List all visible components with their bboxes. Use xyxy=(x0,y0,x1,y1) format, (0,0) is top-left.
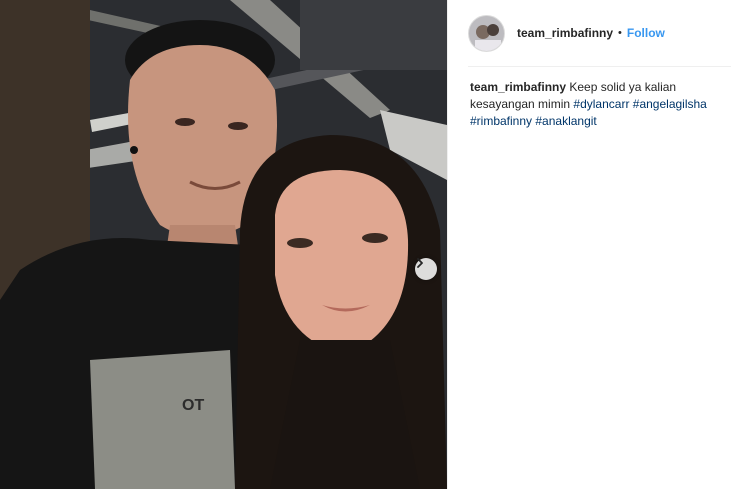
follow-button[interactable]: Follow xyxy=(627,26,665,40)
avatar[interactable] xyxy=(468,14,505,52)
chevron-right-icon xyxy=(417,258,423,268)
hashtag-link[interactable]: #anaklangit xyxy=(535,114,596,128)
avatar-image xyxy=(469,15,504,51)
selfie-image: OT xyxy=(0,0,447,489)
header-divider xyxy=(468,66,731,67)
post-photo[interactable]: OT xyxy=(0,0,447,489)
shirt-print: OT xyxy=(182,397,204,414)
post-caption: team_rimbafinny Keep solid ya kalian kes… xyxy=(470,79,732,130)
hashtag-link[interactable]: #angelagilsha xyxy=(633,97,707,111)
caption-username-link[interactable]: team_rimbafinny xyxy=(470,80,566,94)
hashtag-link[interactable]: #rimbafinny xyxy=(470,114,532,128)
hashtag-link[interactable]: #dylancarr xyxy=(573,97,629,111)
post-username-link[interactable]: team_rimbafinny xyxy=(517,26,613,40)
post-header: team_rimbafinny • Follow xyxy=(468,13,731,53)
separator-dot: • xyxy=(618,27,622,39)
post-side-panel: team_rimbafinny • Follow team_rimbafinny… xyxy=(447,0,745,489)
next-photo-button[interactable] xyxy=(415,258,437,280)
woman-figure xyxy=(235,135,447,489)
